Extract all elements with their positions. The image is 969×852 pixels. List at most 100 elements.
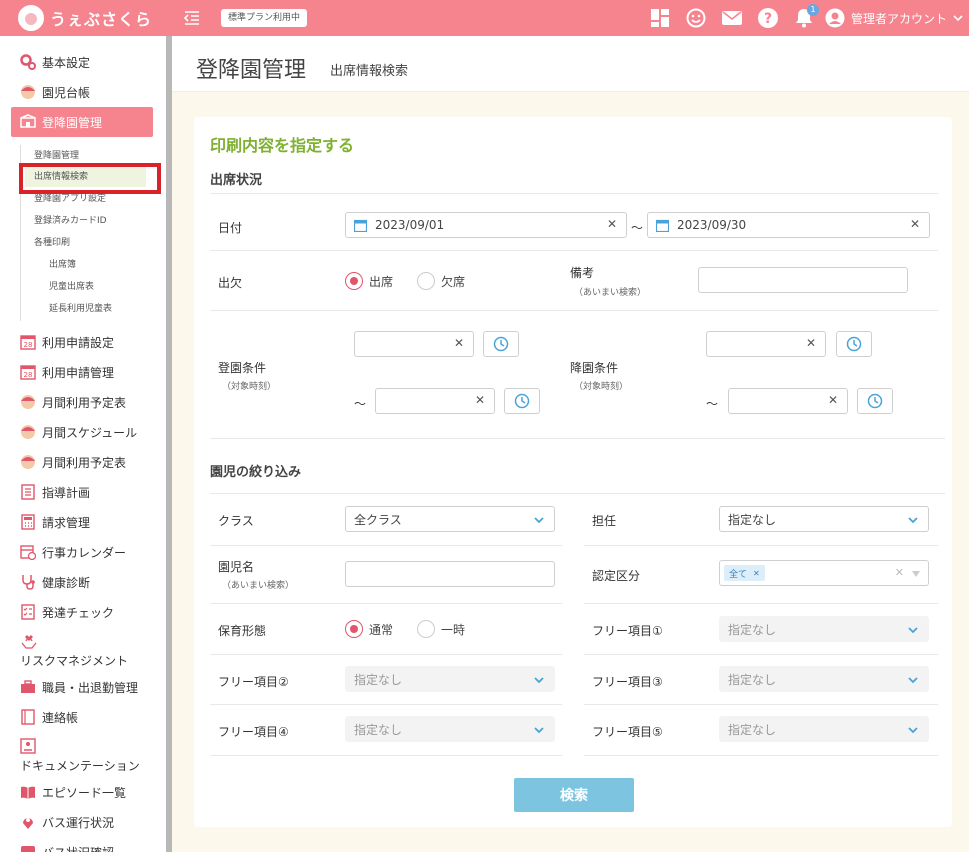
sidebar-item-monthly-schedule[interactable]: 月間スケジュール [20,421,137,443]
radio-unselected-icon [417,620,435,638]
sidebar-item-development-check[interactable]: 発達チェック [20,601,114,623]
departure-time-to-input[interactable]: ✕ [728,388,848,414]
app-name: うぇぶさくら [50,10,153,29]
arrival-time-from-clock-button[interactable] [483,331,519,357]
clock-icon [846,336,862,352]
departure-time-tilde: ～ [706,397,719,411]
divider [210,654,562,655]
free-item-3-select[interactable]: 指定なし [719,666,929,692]
dashboard-icon[interactable] [649,7,671,29]
clear-icon[interactable]: ✕ [454,336,464,350]
sidebar-item-health-check[interactable]: 健康診断 [20,571,90,593]
notification-count: 1 [806,4,819,16]
free-item-5-select[interactable]: 指定なし [719,716,929,742]
remove-tag-icon[interactable]: ✕ [753,569,760,578]
child-icon [20,394,36,410]
class-select[interactable]: 全クラス [345,506,555,532]
submenu-item-registered-cards[interactable]: 登録済みカードID [34,214,107,228]
child-icon [20,454,36,470]
sidebar-item-attendance-management[interactable]: 登降園管理 [11,107,153,137]
clock-icon [514,393,530,409]
page-subtitle: 出席情報検索 [330,64,409,79]
sidebar-item-label: 月間利用予定表 [42,395,127,410]
divider [584,755,938,756]
presence-option-present[interactable]: 出席 [345,272,393,290]
departure-time-from-clock-button[interactable] [836,331,872,357]
divider [210,545,562,546]
smile-icon[interactable] [685,7,707,29]
free-item-2-value: 指定なし [354,672,403,687]
clear-all-icon[interactable]: ✕ [895,566,904,579]
sidebar-item-basic-settings[interactable]: 基本設定 [20,51,90,73]
submenu-item-extended-use-list[interactable]: 延長利用児童表 [49,302,112,316]
sidebar-item-label: 請求管理 [42,515,91,530]
date-from-value: 2023/09/01 [375,218,445,232]
submenu-item-app-settings[interactable]: 登降園アプリ設定 [34,192,106,206]
free-item-4-value: 指定なし [354,722,403,737]
clear-icon[interactable]: ✕ [828,393,838,407]
arrival-time-to-input[interactable]: ✕ [375,388,495,414]
free-item-2-select[interactable]: 指定なし [345,666,555,692]
sidebar-item-episode-list[interactable]: エピソード一覧 [20,781,126,803]
page-header: 登降園管理 出席情報検索 [172,36,969,92]
top-bar: うぇぶさくら 標準プラン利用中 ? 1 管理者アカウント [0,0,969,36]
care-option-temporary[interactable]: 一時 [417,620,465,638]
gears-icon [20,54,36,70]
free-item-1-select[interactable]: 指定なし [719,616,929,642]
clear-icon[interactable]: ✕ [806,336,816,350]
arrival-time-to-clock-button[interactable] [504,388,540,414]
sidebar-item-label: 登降園管理 [42,115,103,130]
sidebar-item-event-calendar[interactable]: 行事カレンダー [20,541,126,563]
remarks-input[interactable] [698,267,908,293]
account-icon [825,8,845,28]
mail-icon[interactable] [721,7,743,29]
app-logo[interactable]: うぇぶさくら [18,4,152,32]
certification-tag-label: 全て [729,569,748,580]
sidebar-item-application-settings[interactable]: 28 利用申請設定 [20,331,114,353]
presence-label: 出欠 [218,276,243,290]
submenu-item-attendance-book[interactable]: 出席簿 [49,258,76,272]
attendance-section-title: 出席状況 [210,173,263,188]
date-from-input[interactable]: 2023/09/01 ✕ [345,212,627,238]
sidebar-item-documentation[interactable]: ドキュメンテーション [20,738,140,774]
notebook-icon [20,709,36,725]
sidebar-item-teaching-plan[interactable]: 指導計画 [20,481,90,503]
submenu-item-attendance-management[interactable]: 登降園管理 [34,149,79,163]
departure-time-from-input[interactable]: ✕ [706,331,826,357]
clear-icon[interactable]: ✕ [910,217,920,231]
arrival-time-from-input[interactable]: ✕ [354,331,474,357]
search-button[interactable]: 検索 [514,778,634,812]
briefcase-icon [20,679,36,695]
clock-icon [867,393,883,409]
certification-tag[interactable]: 全て ✕ [724,565,765,581]
care-option-regular[interactable]: 通常 [345,620,393,638]
divider [210,193,938,194]
sidebar-item-monthly-plan-2[interactable]: 月間利用予定表 [20,451,126,473]
sidebar-item-contact-book[interactable]: 連絡帳 [20,706,78,728]
submenu-item-printing[interactable]: 各種印刷 [34,236,70,250]
sidebar-item-risk-management[interactable]: リスクマネジメント [20,633,128,669]
account-menu[interactable]: 管理者アカウント [825,8,963,28]
departure-time-to-clock-button[interactable] [857,388,893,414]
sidebar-item-bus-check[interactable]: バス状況確認 [20,841,114,852]
presence-option-absent[interactable]: 欠席 [417,272,465,290]
help-icon[interactable]: ? [757,7,779,29]
sidebar-item-application-management[interactable]: 28 利用申請管理 [20,361,114,383]
bell-icon[interactable]: 1 [793,4,819,29]
child-name-input[interactable] [345,561,555,587]
teacher-select[interactable]: 指定なし [719,506,929,532]
menu-collapse-icon[interactable] [183,9,201,27]
date-to-input[interactable]: 2023/09/30 ✕ [647,212,930,238]
clear-icon[interactable]: ✕ [607,217,617,231]
free-item-4-select[interactable]: 指定なし [345,716,555,742]
sidebar-item-staff-attendance[interactable]: 職員・出退勤管理 [20,676,138,698]
sidebar-item-bus-status[interactable]: バス運行状況 [20,811,114,833]
clear-icon[interactable]: ✕ [475,393,485,407]
submenu-item-child-attendance-sheet[interactable]: 児童出席表 [49,280,94,294]
sidebar-item-monthly-plan[interactable]: 月間利用予定表 [20,391,126,413]
bus-icon [20,844,36,852]
sidebar-item-child-ledger[interactable]: 園児台帳 [20,81,90,103]
sidebar-item-billing[interactable]: 請求管理 [20,511,90,533]
caret-down-icon [912,571,920,577]
departure-condition-note: （対象時刻） [574,382,629,392]
